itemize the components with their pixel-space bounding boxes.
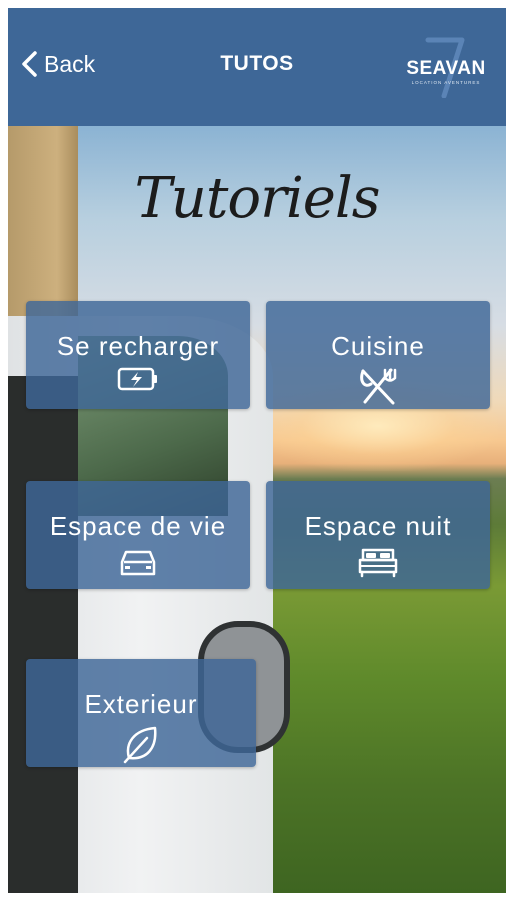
- van-open-door: [8, 376, 78, 893]
- leaf-icon: [123, 726, 157, 764]
- tile-cuisine[interactable]: Cuisine: [266, 301, 490, 409]
- seavan-logo: SEAVAN LOCATION AVENTURES: [404, 34, 488, 99]
- top-bar: Back TUTOS SEAVAN LOCATION AVENTURES: [8, 8, 506, 126]
- tile-label: Espace nuit: [304, 511, 452, 541]
- tile-exterieur[interactable]: Exterieur: [26, 659, 256, 767]
- tile-se-recharger[interactable]: Se recharger: [26, 301, 250, 409]
- car-icon: [120, 550, 156, 576]
- fork-knife-icon: [360, 368, 397, 405]
- app-screen: Back TUTOS SEAVAN LOCATION AVENTURES Tut…: [8, 8, 506, 893]
- logo-wordmark: SEAVAN: [406, 58, 486, 79]
- logo-tagline: LOCATION AVENTURES: [411, 80, 481, 85]
- hero-background: Tutoriels Se recharger Cuisine Espace de…: [8, 126, 506, 893]
- tile-label: Se recharger: [56, 331, 220, 361]
- bed-icon: [358, 548, 398, 578]
- tile-label: Exterieur: [84, 689, 198, 719]
- battery-charging-icon: [117, 367, 157, 391]
- tile-espace-nuit[interactable]: Espace nuit: [266, 481, 490, 589]
- tile-label: Espace de vie: [49, 511, 227, 541]
- tile-espace-de-vie[interactable]: Espace de vie: [26, 481, 250, 589]
- page-heading: Tutoriels: [134, 166, 380, 231]
- tile-label: Cuisine: [331, 331, 425, 361]
